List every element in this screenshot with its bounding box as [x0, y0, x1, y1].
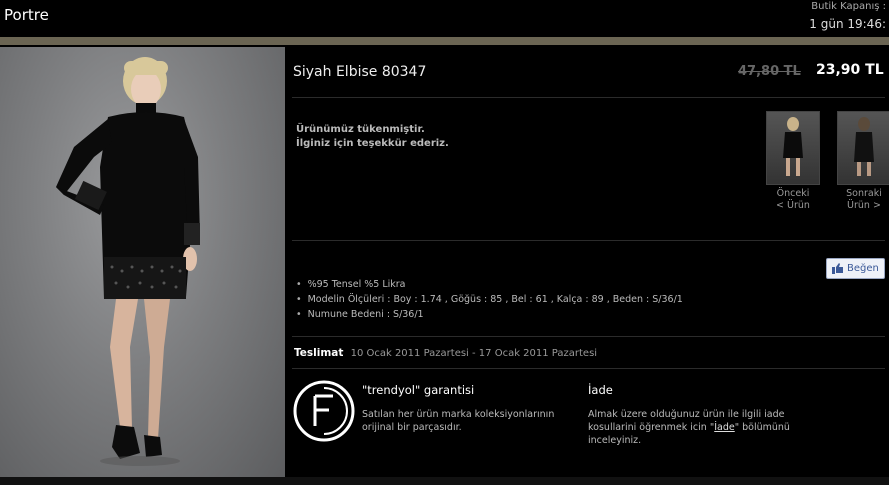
sold-out-line-2: İlginiz için teşekkür ederiz.: [296, 138, 449, 149]
next-product-image: [854, 117, 874, 176]
closing-countdown: 1 gün 19:46:: [809, 17, 886, 31]
next-product-thumbnail[interactable]: [837, 111, 889, 185]
previous-label-line-2[interactable]: < Ürün: [765, 200, 821, 212]
list-item: %95 Tensel %5 Likra: [296, 277, 683, 292]
trendyol-guarantee-icon: [293, 380, 355, 442]
sold-out-line-1: Ürünümüz tükenmiştir.: [296, 124, 425, 135]
facebook-like-button[interactable]: Beğen: [826, 258, 885, 279]
like-label[interactable]: Beğen: [847, 263, 879, 274]
previous-product-image: [783, 117, 803, 176]
returns-text: Almak üzere olduğunuz ürün ile ilgili ia…: [588, 408, 803, 447]
thumbs-up-icon: [832, 263, 843, 274]
product-info-panel: Siyah Elbise 80347 47,80 TL 23,90 TL Ürü…: [288, 47, 889, 477]
returns-title: İade: [588, 383, 613, 397]
next-product-label[interactable]: Sonraki Ürün >: [836, 188, 889, 212]
guarantee-text: Satılan her ürün marka koleksiyonlarının…: [362, 409, 555, 433]
product-title: Siyah Elbise 80347: [293, 64, 427, 80]
product-photo[interactable]: [0, 47, 285, 477]
next-label-line-2[interactable]: Ürün >: [836, 200, 889, 212]
brand-name[interactable]: Portre: [4, 6, 49, 24]
closing-label: Butik Kapanış :: [811, 1, 886, 12]
model-image: [56, 57, 200, 466]
product-features-list: %95 Tensel %5 Likra Modelin Ölçüleri : B…: [296, 277, 683, 322]
sold-out-message: Ürünümüz tükenmiştir. İlginiz için teşek…: [296, 123, 449, 151]
divider: [292, 336, 885, 337]
list-item: Numune Bedeni : S/36/1: [296, 307, 683, 322]
divider: [292, 97, 885, 98]
divider: [292, 240, 885, 241]
sale-price: 23,90 TL: [816, 62, 884, 78]
previous-label-line-1[interactable]: Önceki: [765, 188, 821, 200]
next-label-line-1[interactable]: Sonraki: [836, 188, 889, 200]
old-price: 47,80 TL: [738, 64, 801, 79]
header-divider-strip: [0, 37, 889, 45]
list-item: Modelin Ölçüleri : Boy : 1.74 , Göğüs : …: [296, 292, 683, 307]
previous-product-label[interactable]: Önceki < Ürün: [765, 188, 821, 212]
guarantee-title: "trendyol" garantisi: [362, 383, 475, 397]
delivery-dates: 10 Ocak 2011 Pazartesi - 17 Ocak 2011 Pa…: [350, 348, 598, 359]
returns-link[interactable]: İade: [714, 422, 735, 433]
top-header: Portre Butik Kapanış : 1 gün 19:46:: [0, 0, 889, 37]
previous-product-thumbnail[interactable]: [766, 111, 820, 185]
delivery-info: Teslimat 10 Ocak 2011 Pazartesi - 17 Oca…: [294, 347, 597, 359]
bottom-strip: [0, 477, 889, 485]
previous-product-button[interactable]: Önceki < Ürün: [765, 111, 821, 212]
delivery-label: Teslimat: [294, 347, 344, 359]
next-product-button[interactable]: Sonraki Ürün >: [836, 111, 889, 212]
boutique-closing-timer: Butik Kapanış : 1 gün 19:46:: [809, 0, 886, 34]
divider: [292, 368, 885, 369]
